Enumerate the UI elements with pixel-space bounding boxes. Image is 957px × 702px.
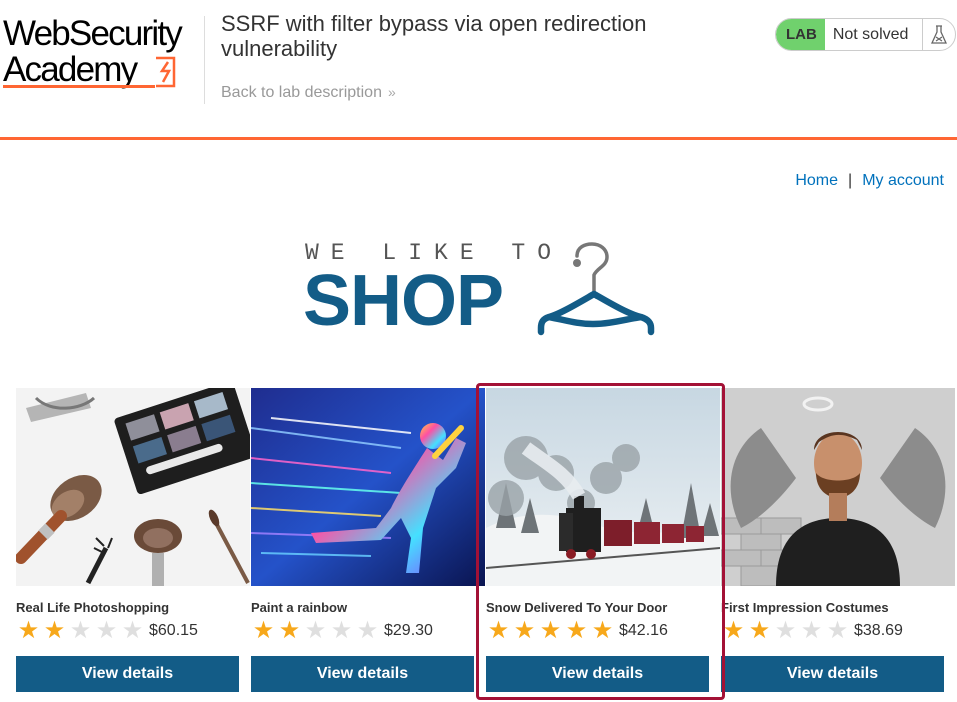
star-icon: ★ [748,617,771,644]
product-image-angel-costume [721,388,955,586]
view-details-button[interactable]: View details [16,656,239,692]
product-card: Snow Delivered To Your Door ★ ★ ★ ★ ★ $4… [486,388,720,692]
academy-bolt-icon [156,56,176,88]
star-rating: ★ ★ ★ ★ ★ [16,617,145,644]
back-link-label: Back to lab description [221,84,382,101]
product-card: Real Life Photoshopping ★ ★ ★ ★ ★ $60.15… [16,388,250,692]
clothes-hanger-icon [537,242,655,336]
product-name: Real Life Photoshopping [16,600,170,615]
view-details-button[interactable]: View details [486,656,709,692]
web-security-academy-logo[interactable]: WebSecurity Academy [3,14,203,90]
star-icon: ★ [591,617,614,644]
product-price: $60.15 [149,622,198,639]
product-card: Paint a rainbow ★ ★ ★ ★ ★ $29.30 View de… [251,388,485,692]
product-price: $42.16 [619,622,668,639]
star-icon: ★ [800,617,823,644]
product-image-makeup [16,388,250,586]
star-icon: ★ [774,617,797,644]
star-rating: ★ ★ ★ ★ ★ [721,617,850,644]
my-account-link[interactable]: My account [862,172,944,189]
header-accent-rule [0,137,957,140]
product-card: First Impression Costumes ★ ★ ★ ★ ★ $38.… [721,388,955,692]
star-icon: ★ [565,617,588,644]
view-details-button[interactable]: View details [251,656,474,692]
star-icon: ★ [17,617,40,644]
star-icon: ★ [722,617,745,644]
logo-line-2: Academy [3,50,138,89]
star-icon: ★ [356,617,379,644]
product-meta: ★ ★ ★ ★ ★ $42.16 [486,617,720,644]
star-icon: ★ [95,617,118,644]
product-name: Paint a rainbow [251,600,348,615]
nav-separator: | [848,172,853,189]
top-navigation: Home | My account [795,172,944,190]
view-details-button[interactable]: View details [721,656,944,692]
product-price: $29.30 [384,622,433,639]
star-icon: ★ [252,617,275,644]
product-name: Snow Delivered To Your Door [486,600,668,615]
logo-underline [3,85,155,88]
star-icon: ★ [539,617,562,644]
product-image-snow-train [486,388,720,586]
banner-title: SHOP [303,261,504,341]
star-icon: ★ [330,617,353,644]
home-link[interactable]: Home [795,172,838,189]
product-meta: ★ ★ ★ ★ ★ $60.15 [16,617,250,644]
star-icon: ★ [487,617,510,644]
product-meta: ★ ★ ★ ★ ★ $38.69 [721,617,955,644]
star-icon: ★ [304,617,327,644]
double-chevron-right-icon: » [387,84,396,100]
product-image-rainbow [251,388,485,586]
lab-status-widget: LAB Not solved [775,18,957,51]
star-rating: ★ ★ ★ ★ ★ [486,617,615,644]
lab-badge: LAB [776,19,825,50]
star-icon: ★ [826,617,849,644]
star-icon: ★ [43,617,66,644]
star-icon: ★ [69,617,92,644]
lab-status-text: Not solved [825,19,924,50]
product-price: $38.69 [854,622,903,639]
lab-header: WebSecurity Academy SSRF with filter byp… [0,0,957,140]
logo-line-1: WebSecurity [3,14,183,53]
star-icon: ★ [278,617,301,644]
star-rating: ★ ★ ★ ★ ★ [251,617,380,644]
lab-title: SSRF with filter bypass via open redirec… [221,11,647,61]
flask-icon [923,19,955,50]
shop-banner: WE LIKE TO SHOP [303,240,663,340]
product-name: First Impression Costumes [721,600,889,615]
back-to-lab-description-link[interactable]: Back to lab description » [221,84,396,102]
product-meta: ★ ★ ★ ★ ★ $29.30 [251,617,485,644]
header-divider [204,16,205,104]
star-icon: ★ [121,617,144,644]
star-icon: ★ [513,617,536,644]
